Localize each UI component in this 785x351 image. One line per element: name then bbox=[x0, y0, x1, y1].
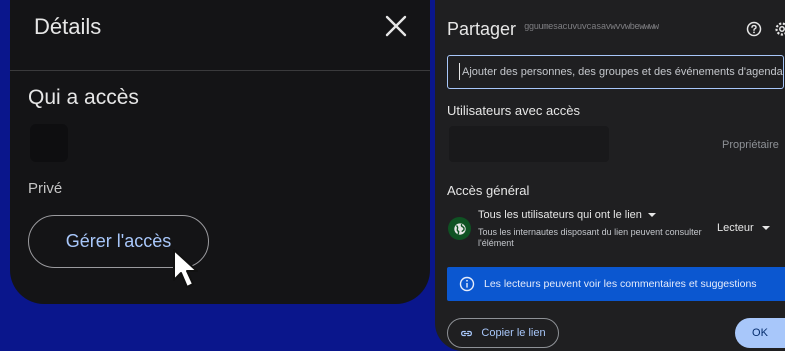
users-with-access-heading: Utilisateurs avec accès bbox=[447, 103, 580, 118]
copy-link-button[interactable]: Copier le lien bbox=[447, 318, 559, 348]
role-label: Lecteur bbox=[717, 222, 754, 234]
details-panel: Détails Qui a accès Privé Gérer l'accès bbox=[10, 0, 430, 304]
details-title: Détails bbox=[34, 14, 102, 39]
share-dialog: Partager gguumesacuvuvcasavwvvwbewwww Ut… bbox=[435, 0, 785, 351]
share-title: Partager bbox=[447, 19, 517, 39]
owner-role-label: Propriétaire bbox=[722, 139, 779, 151]
avatar bbox=[30, 124, 68, 162]
link-scope-description: Tous les internautes disposant du lien p… bbox=[478, 227, 702, 248]
copy-link-label: Copier le lien bbox=[481, 327, 546, 339]
mouse-pointer-icon bbox=[173, 249, 198, 288]
dropdown-arrow-icon bbox=[761, 226, 770, 230]
link-scope-label: Tous les utilisateurs qui ont le lien bbox=[478, 209, 642, 221]
info-icon bbox=[459, 276, 475, 292]
who-has-access-heading: Qui a accès bbox=[28, 86, 139, 109]
gear-icon[interactable] bbox=[774, 21, 785, 37]
link-scope-dropdown[interactable]: Tous les utilisateurs qui ont le lien bbox=[478, 209, 656, 221]
dropdown-arrow-icon bbox=[647, 213, 656, 217]
text-caret bbox=[459, 63, 460, 80]
info-text: Les lecteurs peuvent voir les commentair… bbox=[484, 278, 757, 290]
divider bbox=[10, 70, 430, 71]
help-icon[interactable] bbox=[746, 21, 762, 37]
close-icon[interactable] bbox=[384, 14, 408, 38]
general-access-heading: Accès général bbox=[447, 183, 530, 198]
info-banner: Les lecteurs peuvent voir les commentair… bbox=[447, 267, 785, 301]
role-dropdown[interactable]: Lecteur bbox=[717, 222, 770, 234]
file-name: gguumesacuvuvcasavwvvwbewwww bbox=[524, 22, 659, 32]
link-icon bbox=[461, 330, 473, 336]
user-row bbox=[449, 126, 609, 162]
ok-button[interactable]: OK bbox=[735, 318, 785, 348]
globe-icon bbox=[448, 217, 471, 240]
add-people-input[interactable] bbox=[447, 55, 784, 89]
visibility-status: Privé bbox=[28, 180, 63, 197]
